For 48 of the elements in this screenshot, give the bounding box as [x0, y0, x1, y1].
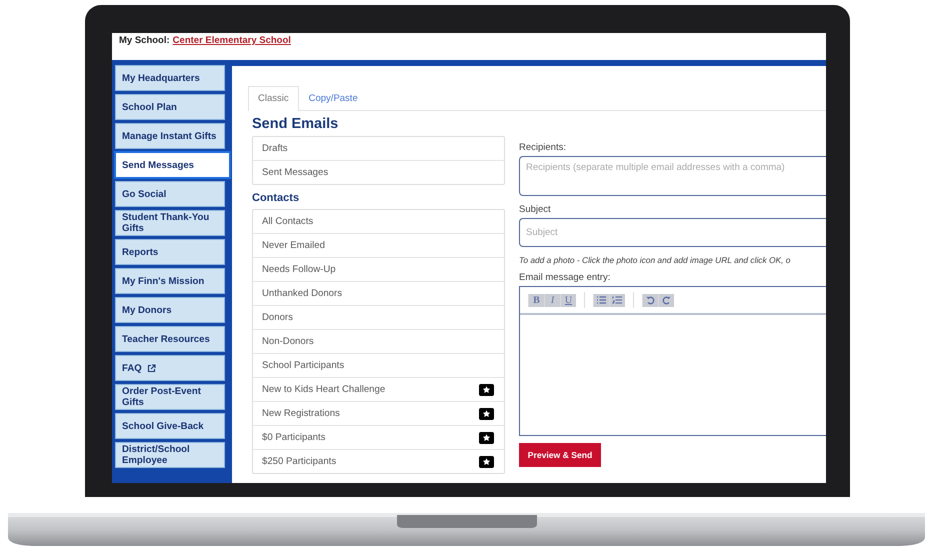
subject-label: Subject [519, 204, 552, 215]
sidebar-item[interactable]: Student Thank-You Gifts [115, 210, 225, 236]
school-link[interactable]: Center Elementary School [172, 35, 291, 46]
sidebar-item[interactable]: Reports [115, 239, 225, 265]
recipients-field[interactable]: Recipients (separate multiple email addresses with a comma) [519, 156, 826, 196]
undo-button[interactable] [642, 294, 658, 306]
folder-item[interactable]: Drafts [253, 137, 504, 160]
tab[interactable]: Classic [248, 86, 299, 111]
sidebar-item[interactable]: My Finn's Mission [115, 268, 225, 294]
contact-list-item[interactable]: Donors [253, 305, 504, 329]
sidebar-item[interactable]: Go Social [115, 181, 225, 207]
school-label: My School: [119, 35, 170, 46]
contact-list-item[interactable]: $250 Participants [253, 449, 504, 473]
contact-list-item[interactable]: Needs Follow-Up [253, 257, 504, 281]
contact-list-item[interactable]: New to Kids Heart Challenge [253, 377, 504, 401]
page-title: Send Emails [252, 116, 340, 132]
redo-button[interactable] [658, 294, 674, 306]
undo-icon [645, 295, 656, 305]
bullet-list-button[interactable] [593, 294, 609, 306]
contact-list-item[interactable]: Unthanked Donors [253, 281, 504, 305]
recipients-label: Recipients: [519, 142, 567, 153]
sidebar-item[interactable]: Manage Instant Gifts [115, 123, 225, 149]
contact-list-item[interactable]: All Contacts [253, 210, 504, 233]
sidebar-item[interactable]: Teacher Resources [115, 326, 225, 352]
contact-list-item[interactable]: Non-Donors [253, 329, 504, 353]
sidebar-item[interactable]: My Headquarters [115, 65, 225, 91]
sidebar-item[interactable]: School Give-Back [115, 413, 225, 439]
sidebar-item[interactable]: Send Messages [114, 151, 231, 179]
contacts-heading: Contacts [252, 192, 300, 204]
sidebar-item[interactable]: District/School Employee [115, 442, 225, 468]
numbered-list-button[interactable] [609, 294, 625, 306]
tab[interactable]: Copy/Paste [298, 86, 368, 111]
folder-item[interactable]: Sent Messages [253, 160, 504, 184]
message-label: Email message entry: [519, 272, 612, 283]
bullet-list-icon [596, 295, 607, 305]
contact-list-item[interactable]: Never Emailed [253, 233, 504, 257]
redo-icon [661, 295, 672, 305]
sidebar-item[interactable]: My Donors [115, 297, 225, 323]
preview-send-button[interactable]: Preview & Send [519, 443, 601, 467]
photo-hint: To add a photo - Click the photo icon and add image URL and click OK, o [519, 255, 792, 265]
contact-list-item[interactable]: $0 Participants [253, 425, 504, 449]
contact-list-item[interactable]: School Participants [253, 353, 504, 377]
subject-field[interactable]: Subject [519, 218, 826, 247]
sidebar-item[interactable]: FAQ [115, 355, 225, 381]
numbered-list-icon [612, 295, 623, 305]
sidebar-item[interactable]: School Plan [115, 94, 225, 120]
contact-list-item[interactable]: New Registrations [253, 401, 504, 425]
sidebar-item[interactable]: Order Post-Event Gifts [115, 384, 225, 410]
